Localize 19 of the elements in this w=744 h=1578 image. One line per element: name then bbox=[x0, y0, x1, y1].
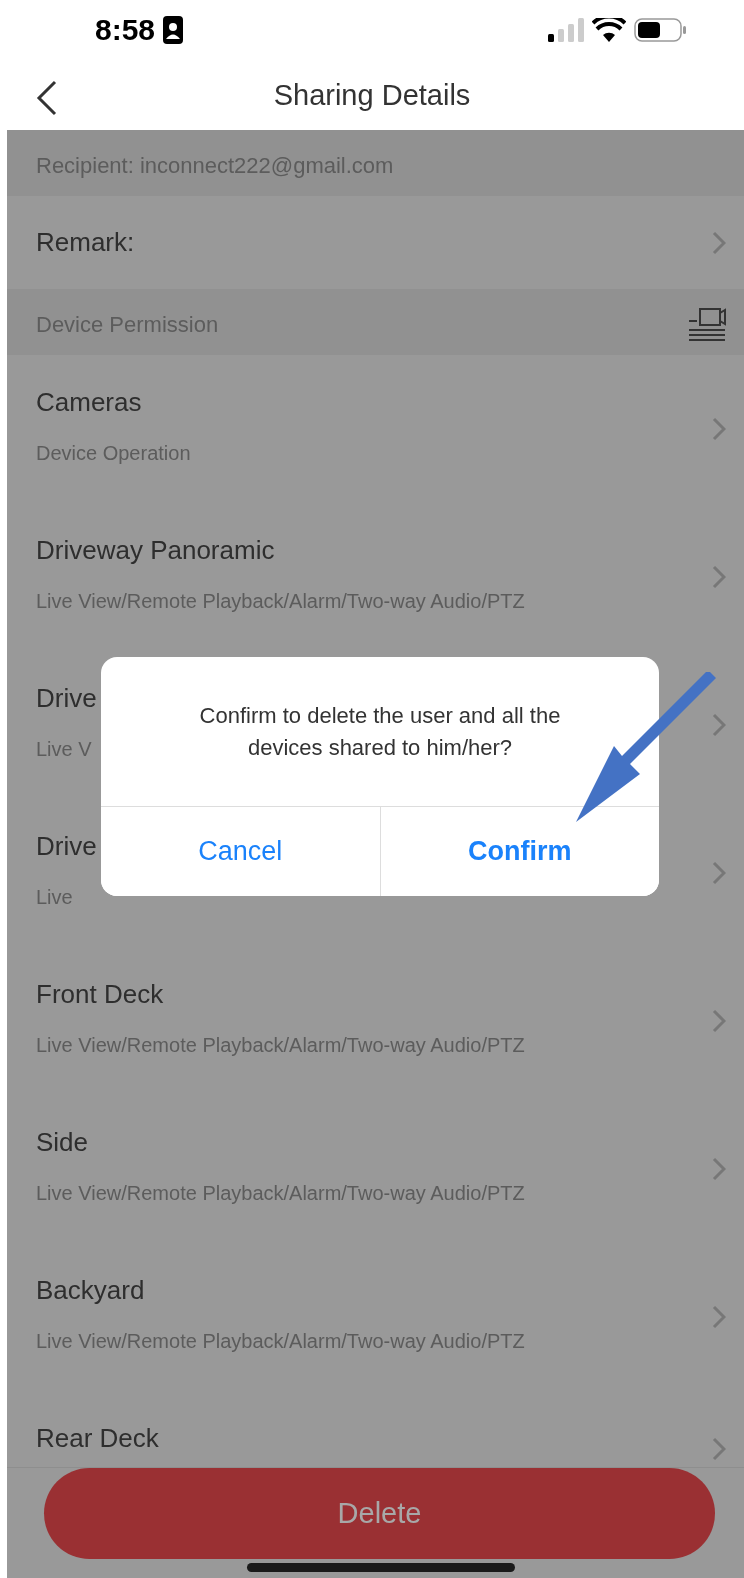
device-permissions: Device Operation bbox=[36, 442, 191, 465]
status-time: 8:58 bbox=[95, 13, 156, 47]
page-title: Sharing Details bbox=[273, 78, 471, 112]
device-name: Driveway Panoramic bbox=[36, 535, 275, 566]
device-permissions: Live View/Remote Playback/Alarm/Two-way Audio/PTZ bbox=[36, 1330, 525, 1353]
device-permissions: Live View/Remote Playback/Alarm/Two-way Audio/PTZ bbox=[36, 590, 525, 613]
device-name: Rear Deck bbox=[36, 1423, 159, 1454]
remark-label: Remark: bbox=[36, 227, 136, 258]
device-name: Backyard bbox=[36, 1275, 145, 1306]
device-name: Side bbox=[36, 1127, 89, 1158]
device-name: Drive bbox=[36, 831, 97, 862]
device-name: Drive bbox=[36, 683, 97, 714]
device-permissions: Live View/Remote Playback/Alarm/Two-way Audio/PTZ bbox=[36, 1034, 525, 1057]
device-permissions: Live bbox=[36, 886, 73, 909]
device-name: Front Deck bbox=[36, 979, 164, 1010]
dialog-message: Confirm to delete the user and all the devices shared to him/her? bbox=[198, 701, 562, 762]
device-permissions: Live View/Remote Playback/Alarm/Two-way Audio/PTZ bbox=[36, 1182, 525, 1205]
device-name: Cameras bbox=[36, 387, 142, 418]
device-permissions: Live V bbox=[36, 738, 92, 761]
